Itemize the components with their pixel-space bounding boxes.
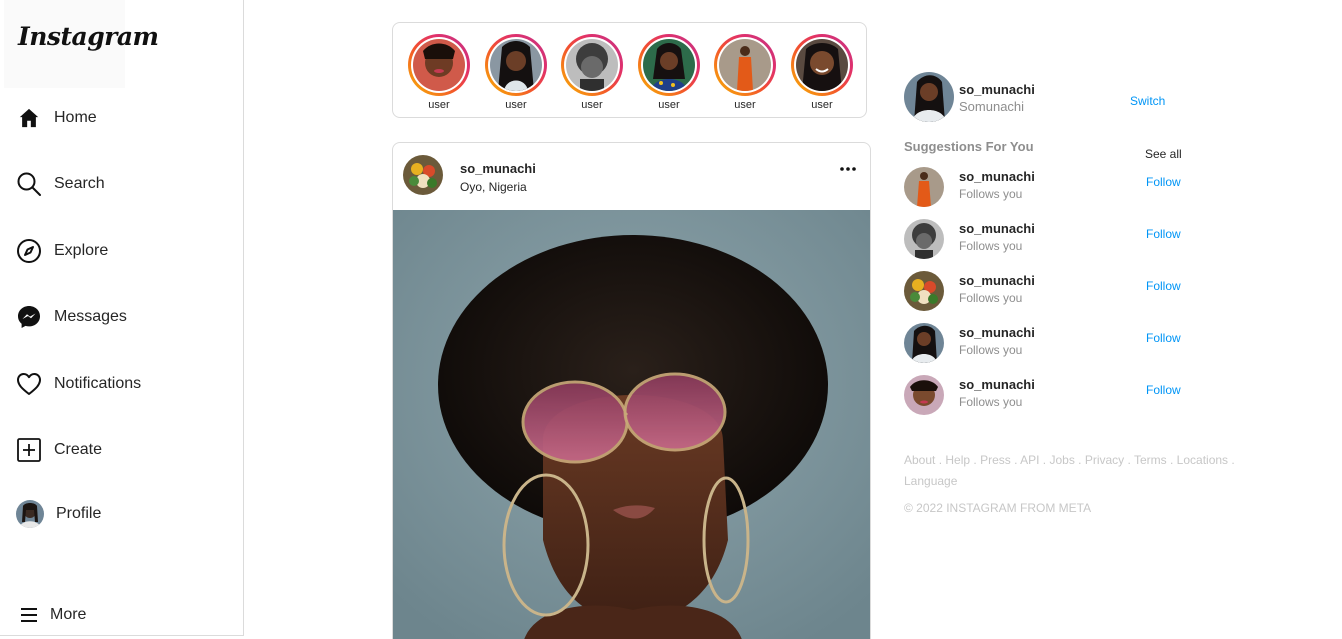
messenger-icon — [16, 304, 42, 330]
footer-link-jobs[interactable]: Jobs — [1049, 453, 1074, 467]
story-item[interactable]: user — [485, 34, 547, 111]
profile-avatar — [16, 500, 44, 528]
search-icon — [16, 171, 42, 197]
compass-icon — [16, 238, 42, 264]
footer-link-terms[interactable]: Terms — [1134, 453, 1167, 467]
account-avatar[interactable] — [904, 72, 954, 122]
story-username: user — [505, 99, 527, 111]
story-item[interactable]: user — [791, 34, 853, 111]
suggestion-avatar[interactable] — [904, 323, 944, 363]
nav-create-label: Create — [54, 441, 103, 458]
nav-messages[interactable]: Messages — [16, 303, 127, 331]
suggestion-avatar[interactable] — [904, 167, 944, 207]
suggestion-item: so_munachi Follows you Follow — [904, 219, 1194, 259]
story-username: user — [581, 99, 603, 111]
nav-notifications[interactable]: Notifications — [16, 370, 141, 398]
suggestion-avatar[interactable] — [904, 219, 944, 259]
nav-home[interactable]: Home — [16, 104, 97, 132]
story-username: user — [658, 99, 680, 111]
more-options-icon[interactable] — [838, 161, 858, 177]
nav-explore-label: Explore — [54, 242, 109, 259]
post-image[interactable] — [393, 210, 870, 639]
footer-link-privacy[interactable]: Privacy — [1085, 453, 1124, 467]
story-username: user — [734, 99, 756, 111]
switch-account-button[interactable]: Switch — [1130, 94, 1165, 108]
nav-more[interactable]: More — [16, 601, 86, 629]
story-item[interactable]: user — [408, 34, 470, 111]
menu-icon — [16, 602, 42, 628]
story-avatar — [566, 39, 618, 91]
footer-link-locations[interactable]: Locations — [1177, 453, 1228, 467]
suggestion-subtitle: Follows you — [959, 187, 1023, 201]
story-item[interactable]: user — [638, 34, 700, 111]
suggestion-username[interactable]: so_munachi — [959, 273, 1035, 288]
footer-link-api[interactable]: API — [1020, 453, 1039, 467]
logo-container: Instagram — [4, 0, 159, 88]
footer-link-press[interactable]: Press — [980, 453, 1011, 467]
copyright-text: © 2022 INSTAGRAM FROM META — [904, 501, 1092, 515]
suggestion-username[interactable]: so_munachi — [959, 221, 1035, 236]
suggestion-username[interactable]: so_munachi — [959, 377, 1035, 392]
story-avatar — [490, 39, 542, 91]
post-location[interactable]: Oyo, Nigeria — [460, 180, 527, 194]
home-icon — [16, 105, 42, 131]
heart-icon — [16, 371, 42, 397]
account-full-name: Somunachi — [959, 99, 1025, 114]
suggestion-item: so_munachi Follows you Follow — [904, 271, 1194, 311]
follow-button[interactable]: Follow — [1146, 331, 1181, 345]
feed-post: so_munachi Oyo, Nigeria — [392, 142, 871, 639]
post-username[interactable]: so_munachi — [460, 161, 536, 176]
story-avatar — [643, 39, 695, 91]
nav-profile-label: Profile — [56, 505, 102, 522]
instagram-logo[interactable]: Instagram — [18, 22, 159, 51]
suggestion-avatar[interactable] — [904, 271, 944, 311]
nav-profile[interactable]: Profile — [16, 500, 101, 528]
footer-link-language[interactable]: Language — [904, 474, 957, 488]
nav-search[interactable]: Search — [16, 170, 105, 198]
suggestion-username[interactable]: so_munachi — [959, 169, 1035, 184]
nav-more-label: More — [50, 606, 87, 623]
footer-links: About . Help . Press . API . Jobs . Priv… — [904, 453, 1235, 488]
nav-home-label: Home — [54, 109, 97, 126]
follow-button[interactable]: Follow — [1146, 383, 1181, 397]
footer-link-help[interactable]: Help — [945, 453, 970, 467]
nav-explore[interactable]: Explore — [16, 237, 108, 265]
follow-button[interactable]: Follow — [1146, 227, 1181, 241]
account-username[interactable]: so_munachi — [959, 82, 1035, 97]
post-avatar[interactable] — [403, 155, 443, 195]
suggestion-username[interactable]: so_munachi — [959, 325, 1035, 340]
plus-square-icon — [16, 437, 42, 463]
nav-notifications-label: Notifications — [54, 375, 142, 392]
suggestion-subtitle: Follows you — [959, 291, 1023, 305]
story-username: user — [428, 99, 450, 111]
suggestion-subtitle: Follows you — [959, 395, 1023, 409]
story-username: user — [811, 99, 833, 111]
suggestion-item: so_munachi Follows you Follow — [904, 167, 1194, 207]
suggestion-item: so_munachi Follows you Follow — [904, 375, 1194, 415]
follow-button[interactable]: Follow — [1146, 279, 1181, 293]
nav-messages-label: Messages — [54, 308, 127, 325]
nav-create[interactable]: Create — [16, 436, 102, 464]
nav-search-label: Search — [54, 175, 105, 192]
sidebar: Instagram Home Search Explore Messages N… — [0, 0, 244, 636]
story-item[interactable]: user — [561, 34, 623, 111]
suggestions-title: Suggestions For You — [904, 139, 1034, 154]
post-header: so_munachi Oyo, Nigeria — [393, 143, 870, 210]
follow-button[interactable]: Follow — [1146, 175, 1181, 189]
story-avatar — [413, 39, 465, 91]
suggestion-subtitle: Follows you — [959, 343, 1023, 357]
footer-link-about[interactable]: About — [904, 453, 935, 467]
see-all-link[interactable]: See all — [1145, 147, 1182, 161]
story-avatar — [719, 39, 771, 91]
suggestion-avatar[interactable] — [904, 375, 944, 415]
story-avatar — [796, 39, 848, 91]
stories-tray: user user user user user user — [392, 22, 867, 118]
story-item[interactable]: user — [714, 34, 776, 111]
suggestion-subtitle: Follows you — [959, 239, 1023, 253]
suggestion-item: so_munachi Follows you Follow — [904, 323, 1194, 363]
